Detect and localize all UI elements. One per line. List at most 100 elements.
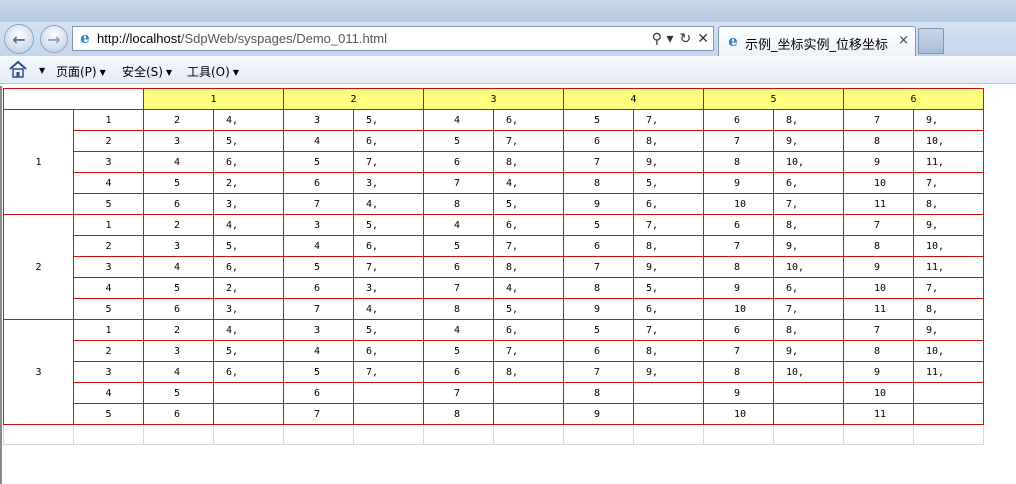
tools-menu[interactable]: 工具(O) ▼ (187, 63, 239, 80)
cell-value: 5, (633, 277, 704, 299)
cell-number: 5 (143, 277, 214, 299)
cell-number: 5 (143, 172, 214, 194)
cell-number: 10 (703, 193, 774, 215)
cell-number: 6 (143, 403, 214, 425)
table-row: 2 3 5, 4 6, 5 7, 6 8, 7 9, 8 10, (4, 235, 984, 257)
cell-value: 6, (633, 193, 704, 215)
empty-cell (143, 424, 214, 445)
search-icon[interactable]: ⚲ ▾ (652, 31, 674, 47)
cell-number: 5 (423, 235, 494, 257)
cell-value (913, 403, 984, 425)
chevron-down-icon: ▼ (232, 68, 239, 77)
cell-value: 7, (633, 319, 704, 341)
cell-number: 4 (283, 130, 354, 152)
safety-menu[interactable]: 安全(S) ▼ (122, 63, 172, 80)
cell-value (213, 403, 284, 425)
cell-number: 9 (843, 361, 914, 383)
row-index: 3 (73, 361, 144, 383)
cell-number: 9 (563, 298, 634, 320)
cell-value (913, 382, 984, 404)
table-row: 4 5 6 7 8 9 10 (4, 382, 984, 404)
forward-arrow-icon: → (47, 29, 61, 49)
data-grid: 1 2 3 4 5 6 1 1 2 4, 3 5, 4 6, 5 7, 6 8, 7 9, 2 3 5, 4 6, 5 7, 6 8, 7… (3, 88, 984, 445)
cell-number: 7 (423, 172, 494, 194)
forward-button[interactable]: → (40, 25, 68, 53)
refresh-icon[interactable]: ↻ (680, 31, 692, 47)
cell-number: 6 (563, 235, 634, 257)
home-icon[interactable] (8, 60, 28, 78)
table-row: 1 1 2 4, 3 5, 4 6, 5 7, 6 8, 7 9, (3, 109, 984, 215)
cell-value: 5, (353, 214, 424, 236)
cell-value (353, 382, 424, 404)
cell-value: 4, (493, 277, 564, 299)
cell-value: 8, (773, 109, 844, 131)
cell-number: 4 (143, 151, 214, 173)
cell-value: 5, (213, 340, 284, 362)
cell-number: 6 (423, 256, 494, 278)
row-index: 2 (73, 340, 144, 362)
cell-value: 10, (913, 340, 984, 362)
page-menu[interactable]: 页面(P) ▼ (56, 63, 106, 80)
row-index: 3 (73, 256, 144, 278)
cell-value: 5, (493, 298, 564, 320)
stop-icon[interactable]: ✕ (697, 31, 709, 47)
cell-number: 8 (843, 130, 914, 152)
cell-number: 11 (843, 193, 914, 215)
cell-number: 9 (843, 256, 914, 278)
cell-number: 9 (703, 172, 774, 194)
row-index: 4 (73, 277, 144, 299)
cell-number: 6 (563, 340, 634, 362)
cell-value: 10, (773, 256, 844, 278)
close-icon[interactable]: × (898, 33, 909, 48)
cell-value (633, 403, 704, 425)
column-header: 2 (283, 88, 424, 110)
command-bar: ▼ 页面(P) ▼ 安全(S) ▼ 工具(O) ▼ (0, 56, 1016, 84)
back-button[interactable]: ← (4, 24, 34, 54)
cell-value (213, 382, 284, 404)
chevron-down-icon: ▼ (99, 68, 106, 77)
column-header: 3 (423, 88, 564, 110)
cell-number: 5 (283, 256, 354, 278)
cell-value (773, 382, 844, 404)
column-header: 5 (703, 88, 844, 110)
cell-value: 4, (493, 172, 564, 194)
cell-number: 9 (843, 151, 914, 173)
new-tab-button[interactable] (918, 28, 944, 54)
cell-value: 7, (493, 130, 564, 152)
row-index: 1 (73, 319, 144, 341)
table-row: 5 6 7 8 9 10 11 (4, 403, 984, 425)
url-text[interactable]: http://localhost/SdpWeb/syspages/Demo_01… (97, 31, 387, 46)
browser-tab-active[interactable]: e 示例_坐标实例_位移坐标 × (718, 26, 916, 56)
empty-cell (213, 424, 284, 445)
cell-number: 3 (283, 109, 354, 131)
home-dropdown[interactable]: ▼ (36, 63, 45, 77)
row-index: 5 (73, 403, 144, 425)
cell-number: 8 (703, 151, 774, 173)
group-label: 2 (3, 214, 74, 320)
cell-number: 4 (423, 319, 494, 341)
cell-number: 3 (143, 235, 214, 257)
cell-number: 6 (283, 382, 354, 404)
cell-value: 9, (913, 319, 984, 341)
cell-value: 8, (633, 130, 704, 152)
window-title-bar (0, 0, 1016, 22)
cell-number: 4 (423, 214, 494, 236)
cell-number: 7 (703, 130, 774, 152)
cell-value: 9, (773, 235, 844, 257)
row-index: 3 (73, 151, 144, 173)
row-index: 1 (73, 109, 144, 131)
cell-value: 9, (913, 109, 984, 131)
cell-number: 9 (563, 193, 634, 215)
cell-value: 2, (213, 277, 284, 299)
cell-number: 8 (423, 193, 494, 215)
cell-value: 3, (353, 277, 424, 299)
cell-number: 8 (423, 403, 494, 425)
cell-value: 8, (773, 214, 844, 236)
address-bar[interactable]: e http://localhost/SdpWeb/syspages/Demo_… (72, 26, 714, 51)
cell-value: 8, (913, 298, 984, 320)
table-row: 3 4 6, 5 7, 6 8, 7 9, 8 10, 9 11, (4, 361, 984, 383)
cell-number: 4 (423, 109, 494, 131)
row-index: 5 (73, 193, 144, 215)
cell-number: 8 (703, 361, 774, 383)
table-row: 4 5 2, 6 3, 7 4, 8 5, 9 6, 10 7, (4, 277, 984, 299)
